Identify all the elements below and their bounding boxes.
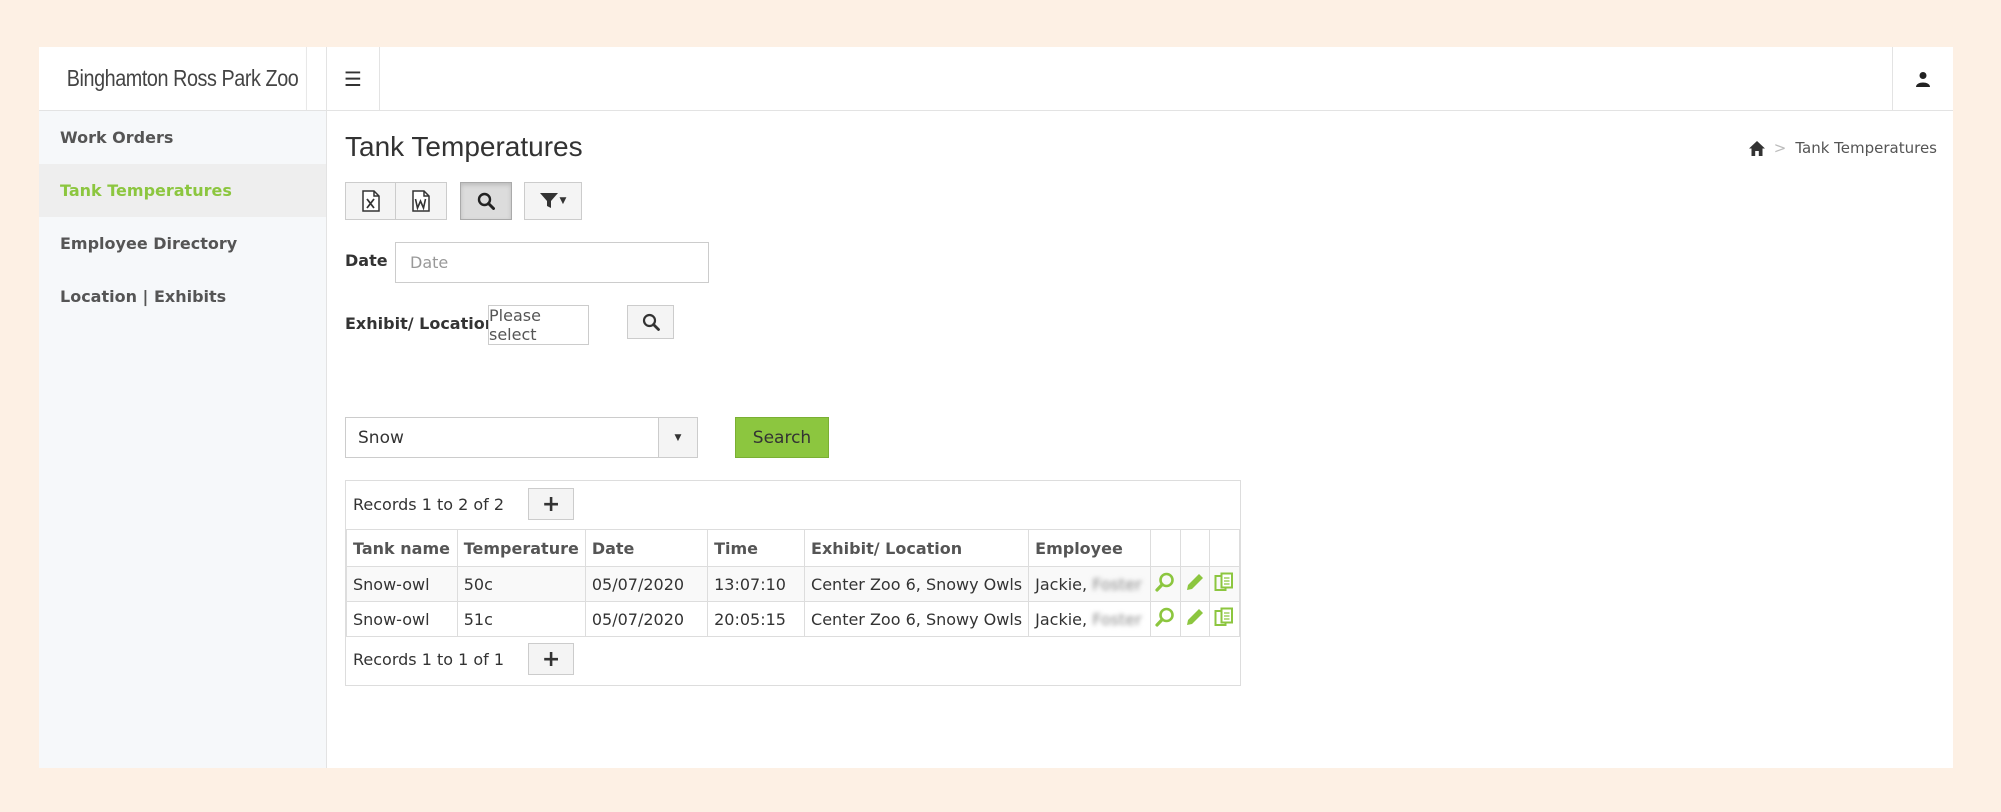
records-count-text: Records 1 to 2 of 2: [353, 494, 505, 514]
view-record-button[interactable]: [1149, 566, 1181, 602]
sidebar-item-employee-directory[interactable]: Employee Directory: [39, 217, 326, 270]
filter-dropdown-button[interactable]: ▼: [524, 182, 582, 220]
copy-icon: [1214, 572, 1234, 591]
column-header-copy: [1208, 529, 1241, 567]
breadcrumb: > Tank Temperatures: [1748, 139, 1937, 157]
table-header-row: Tank name Temperature Date Time Exhibit/…: [346, 529, 1241, 567]
location-search-button[interactable]: [627, 305, 674, 339]
home-icon[interactable]: [1748, 140, 1765, 156]
column-header-employee[interactable]: Employee: [1028, 529, 1151, 567]
pencil-icon: [1186, 609, 1203, 625]
search-icon: [477, 192, 495, 210]
add-record-button[interactable]: +: [528, 488, 575, 520]
chevron-down-icon: ▼: [559, 196, 567, 206]
table-row[interactable]: Snow-owl 51c 05/07/2020 20:05:15 Center …: [346, 601, 1241, 637]
sidebar-item-label: Employee Directory: [60, 234, 238, 253]
combobox-dropdown-toggle[interactable]: ▼: [658, 418, 697, 457]
date-input[interactable]: [395, 242, 709, 283]
cell-location: Center Zoo 6, Snowy Owls: [804, 601, 1030, 637]
cell-date: 05/07/2020: [584, 566, 709, 602]
word-file-icon: [412, 190, 430, 212]
records-summary-top: Records 1 to 2 of 2 +: [353, 488, 575, 520]
sidebar: Work Orders Tank Temperatures Employee D…: [39, 111, 327, 768]
employee-first-name: Jackie,: [1035, 574, 1088, 594]
top-bar: Binghamton Ross Park Zoo ☰: [39, 47, 1953, 111]
location-select[interactable]: Please select: [488, 305, 589, 345]
cell-tank-name: Snow-owl: [346, 601, 458, 637]
search-toggle-button[interactable]: [460, 182, 512, 220]
excel-file-icon: [361, 190, 380, 212]
employee-first-name: Jackie,: [1035, 609, 1088, 629]
cell-date: 05/07/2020: [584, 601, 709, 637]
column-header-time[interactable]: Time: [707, 529, 806, 567]
copy-record-button[interactable]: [1208, 601, 1241, 637]
edit-record-button[interactable]: [1179, 566, 1210, 602]
column-header-location[interactable]: Exhibit/ Location: [804, 529, 1030, 567]
user-icon: [1916, 71, 1930, 87]
magnifier-icon: [1155, 572, 1174, 592]
breadcrumb-current: Tank Temperatures: [1795, 139, 1937, 157]
sidebar-item-location-exhibits[interactable]: Location | Exhibits: [39, 270, 326, 323]
column-header-view: [1149, 529, 1181, 567]
column-header-temperature[interactable]: Temperature: [456, 529, 586, 567]
sidebar-item-label: Work Orders: [60, 128, 174, 147]
cell-location: Center Zoo 6, Snowy Owls: [804, 566, 1030, 602]
edit-record-button[interactable]: [1179, 601, 1210, 637]
column-header-date[interactable]: Date: [584, 529, 709, 567]
copy-record-button[interactable]: [1208, 566, 1241, 602]
main-content: Tank Temperatures > Tank Temperatures ▼ …: [345, 111, 1937, 761]
user-menu-button[interactable]: [1892, 47, 1953, 110]
brand-logo-text[interactable]: Binghamton Ross Park Zoo: [59, 47, 307, 110]
app-window: Binghamton Ross Park Zoo ☰ Work Orders T…: [39, 47, 1953, 768]
cell-tank-name: Snow-owl: [346, 566, 458, 602]
breadcrumb-separator: >: [1773, 139, 1787, 157]
cell-employee: Jackie, Foster: [1028, 601, 1151, 637]
cell-employee: Jackie, Foster: [1028, 566, 1151, 602]
menu-toggle-button[interactable]: ☰: [327, 47, 380, 110]
location-label: Exhibit/ Location: [345, 314, 497, 333]
filter-icon: [539, 193, 558, 208]
search-button[interactable]: Search: [735, 417, 829, 458]
results-panel: Records 1 to 2 of 2 + Tank name Temperat…: [345, 480, 1241, 686]
sidebar-item-tank-temperatures[interactable]: Tank Temperatures: [39, 164, 326, 217]
view-record-button[interactable]: [1149, 601, 1181, 637]
magnifier-icon: [1155, 607, 1174, 627]
plus-icon: +: [541, 491, 561, 517]
column-header-edit: [1179, 529, 1210, 567]
employee-last-name-redacted: Foster: [1092, 574, 1142, 594]
cell-time: 13:07:10: [707, 566, 806, 602]
caret-down-icon: ▼: [674, 432, 682, 443]
sidebar-item-work-orders[interactable]: Work Orders: [39, 111, 326, 164]
add-record-button-bottom[interactable]: +: [528, 643, 575, 675]
toolbar: ▼: [345, 182, 582, 220]
hamburger-icon: ☰: [344, 66, 362, 91]
sidebar-item-label: Location | Exhibits: [60, 287, 227, 306]
copy-icon: [1214, 607, 1234, 626]
cell-time: 20:05:15: [707, 601, 806, 637]
search-combobox-value[interactable]: Snow: [346, 418, 658, 457]
sidebar-item-label: Tank Temperatures: [60, 181, 232, 200]
export-excel-button[interactable]: [345, 182, 396, 220]
table-row[interactable]: Snow-owl 50c 05/07/2020 13:07:10 Center …: [346, 566, 1241, 602]
records-count-text: Records 1 to 1 of 1: [353, 649, 505, 669]
cell-temperature: 50c: [456, 566, 586, 602]
pencil-icon: [1186, 574, 1203, 590]
records-summary-bottom: Records 1 to 1 of 1 +: [353, 643, 575, 675]
page-title: Tank Temperatures: [345, 131, 583, 162]
cell-temperature: 51c: [456, 601, 586, 637]
brand-area: Binghamton Ross Park Zoo: [39, 47, 327, 110]
search-icon: [642, 313, 660, 331]
export-word-button[interactable]: [396, 182, 447, 220]
employee-last-name-redacted: Foster: [1092, 609, 1142, 629]
plus-icon: +: [541, 646, 561, 672]
results-table: Tank name Temperature Date Time Exhibit/…: [346, 529, 1241, 637]
date-label: Date: [345, 251, 388, 270]
column-header-tank-name[interactable]: Tank name: [346, 529, 458, 567]
search-combobox[interactable]: Snow ▼: [345, 417, 698, 458]
